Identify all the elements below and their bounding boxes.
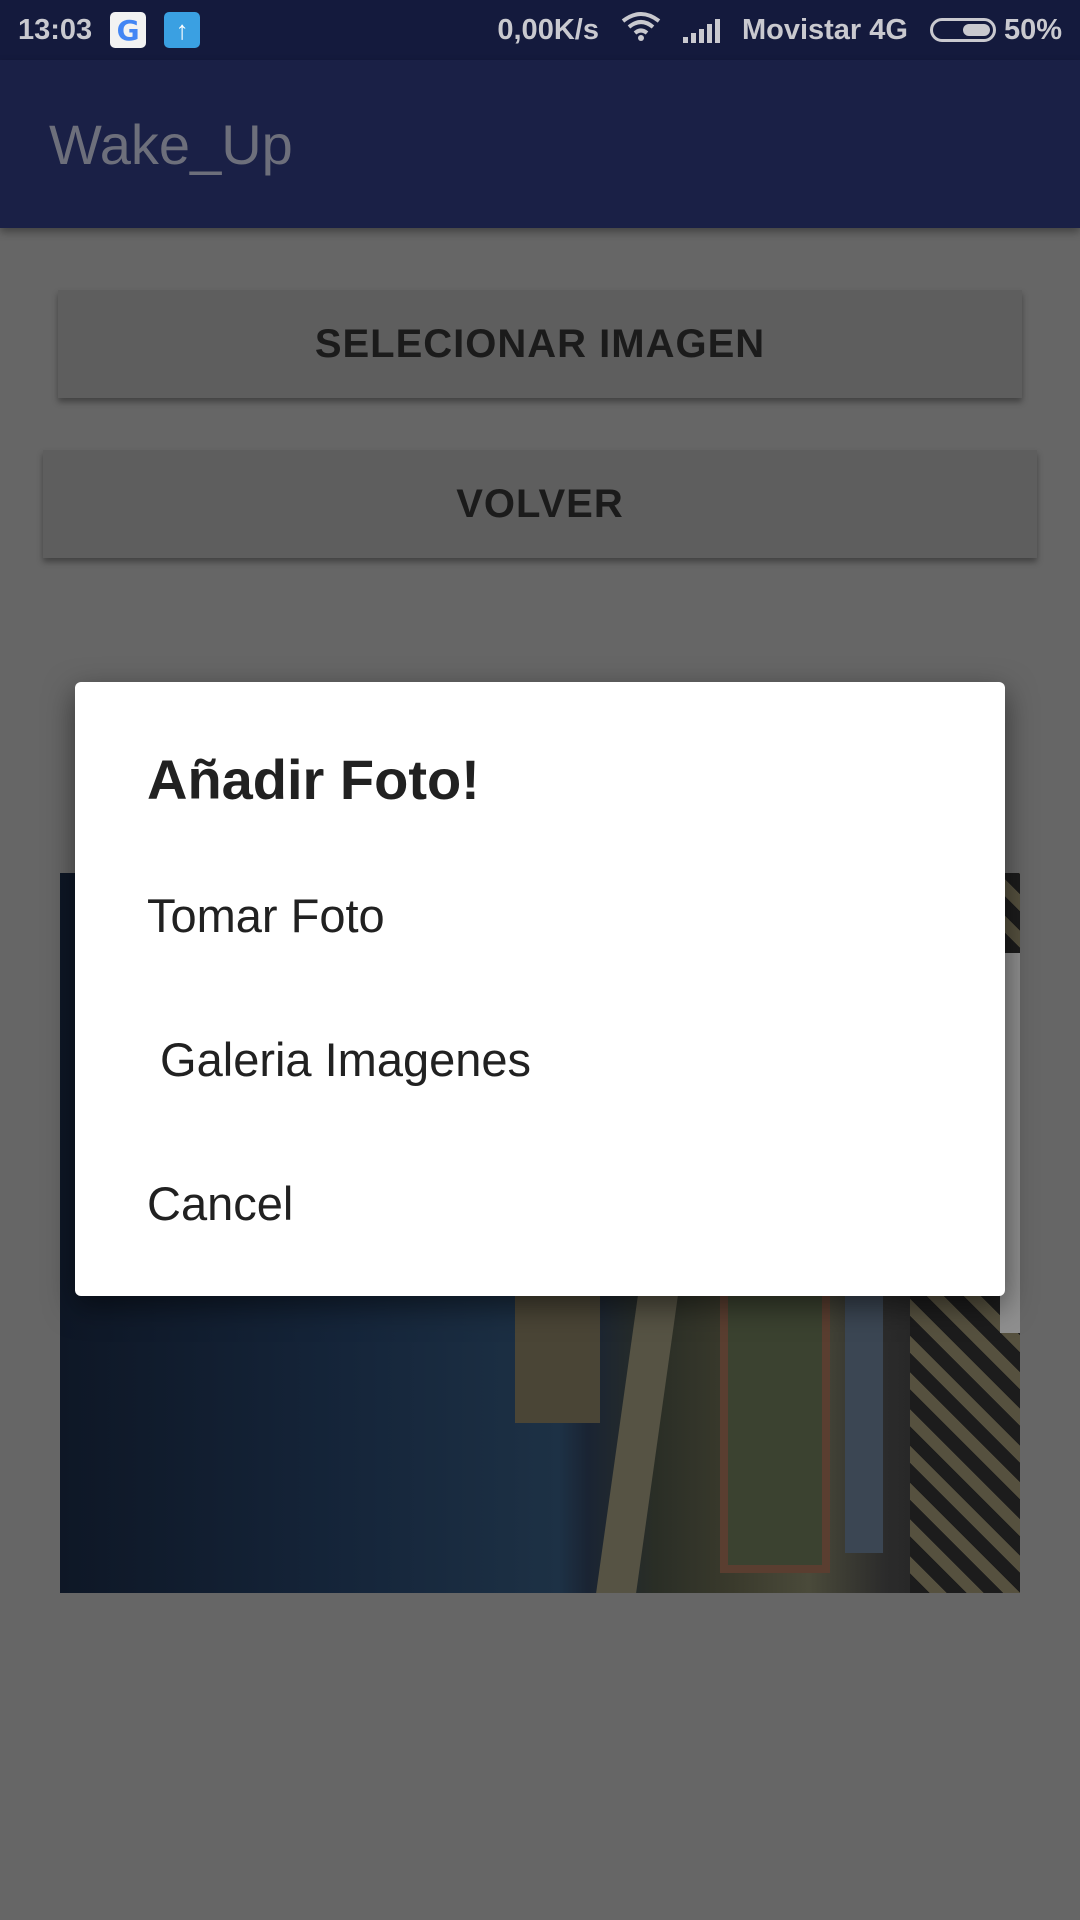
upload-icon: ↑ <box>164 12 201 48</box>
battery-icon <box>929 18 996 42</box>
gallery-option[interactable]: Galeria Imagenes <box>147 1004 947 1114</box>
take-photo-option[interactable]: Tomar Foto <box>147 860 947 970</box>
battery-percent: 50% <box>1003 13 1062 46</box>
google-icon: G <box>110 12 147 48</box>
status-time: 13:03 <box>18 13 93 46</box>
app-title: Wake_Up <box>49 112 293 176</box>
signal-icon <box>682 17 720 43</box>
select-image-button[interactable]: SELECIONAR IMAGEN <box>58 290 1022 398</box>
status-bar: 13:03 G ↑ 0,00K/s Movistar 4G 50% <box>0 0 1080 60</box>
cancel-option[interactable]: Cancel <box>147 1148 947 1258</box>
dialog-title: Añadir Foto! <box>147 748 480 811</box>
add-photo-dialog: Añadir Foto! Tomar Foto Galeria Imagenes… <box>75 682 1005 1296</box>
battery-indicator: 50% <box>929 13 1062 47</box>
wifi-icon <box>621 11 661 49</box>
back-button[interactable]: VOLVER <box>43 450 1037 558</box>
network-speed: 0,00K/s <box>497 13 599 46</box>
carrier-name: Movistar 4G <box>741 13 908 46</box>
app-bar: Wake_Up <box>0 60 1080 228</box>
